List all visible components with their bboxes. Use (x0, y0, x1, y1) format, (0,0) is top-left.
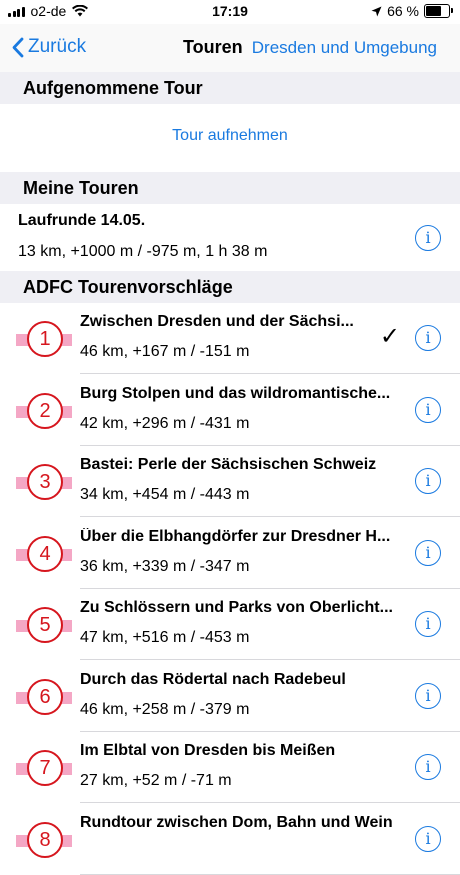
info-icon[interactable]: i (415, 754, 441, 780)
tour-stats: 46 km, +258 m / -379 m (80, 701, 250, 718)
back-label: Zurück (28, 36, 87, 57)
adfc-tour-row[interactable]: 2 Burg Stolpen und das wildromantische..… (0, 375, 460, 446)
battery-icon (424, 4, 453, 18)
tour-title: Rundtour zwischen Dom, Bahn und Wein (80, 814, 393, 831)
section-header-adfc: ADFC Tourenvorschläge (0, 271, 460, 303)
status-right: 66 % (371, 3, 453, 19)
tour-stats: 46 km, +167 m / -151 m (80, 343, 250, 360)
section-title: ADFC Tourenvorschläge (23, 277, 233, 297)
tour-title: Zwischen Dresden und der Sächsi... (80, 313, 354, 330)
route-number-marker: 2 (16, 393, 72, 431)
adfc-tour-row[interactable]: 7 Im Elbtal von Dresden bis Meißen 27 km… (0, 732, 460, 803)
record-tour-button[interactable]: Tour aufnehmen (0, 127, 460, 145)
route-number-marker: 5 (16, 607, 72, 645)
battery-percent: 66 % (387, 3, 419, 19)
route-number: 3 (27, 464, 63, 500)
info-icon[interactable]: i (415, 468, 441, 494)
row-divider (80, 802, 460, 803)
route-number: 1 (27, 321, 63, 357)
location-arrow-icon (371, 6, 382, 16)
info-icon[interactable]: i (415, 611, 441, 637)
route-number-marker: 7 (16, 750, 72, 788)
route-number: 6 (27, 679, 63, 715)
status-bar: o2-de 17:19 66 % (0, 0, 460, 24)
info-icon[interactable]: i (415, 826, 441, 852)
info-icon[interactable]: i (415, 683, 441, 709)
section-header-recorded: Aufgenommene Tour (0, 72, 460, 104)
route-number-marker: 3 (16, 464, 72, 502)
region-button[interactable]: Dresden und Umgebung (252, 38, 437, 58)
route-number-marker: 8 (16, 822, 72, 860)
section-title: Meine Touren (23, 178, 139, 198)
tour-title: Zu Schlössern und Parks von Oberlicht... (80, 599, 393, 616)
my-tour-row[interactable]: Laufrunde 14.05. 13 km, +1000 m / -975 m… (0, 201, 460, 272)
adfc-tour-row[interactable]: 1 Zwischen Dresden und der Sächsi... 46 … (0, 303, 460, 374)
tour-stats: 27 km, +52 m / -71 m (80, 772, 232, 789)
adfc-tour-row[interactable]: 4 Über die Elbhangdörfer zur Dresdner H.… (0, 518, 460, 589)
route-number-marker: 6 (16, 679, 72, 717)
checkmark-icon: ✓ (379, 323, 400, 350)
nav-bar: Zurück Touren Dresden und Umgebung (0, 24, 460, 72)
battery-level (426, 6, 441, 16)
adfc-tour-row[interactable]: 8 Rundtour zwischen Dom, Bahn und Wein i (0, 804, 460, 875)
section-header-my-tours: Meine Touren (0, 172, 460, 204)
adfc-tour-row[interactable]: 3 Bastei: Perle der Sächsischen Schweiz … (0, 446, 460, 517)
tour-title: Im Elbtal von Dresden bis Meißen (80, 742, 336, 759)
tour-title: Durch das Rödertal nach Radebeul (80, 671, 346, 688)
route-number-marker: 1 (16, 321, 72, 359)
info-icon[interactable]: i (415, 325, 441, 351)
adfc-tour-row[interactable]: 6 Durch das Rödertal nach Radebeul 46 km… (0, 661, 460, 732)
tour-stats: 42 km, +296 m / -431 m (80, 415, 250, 432)
route-number: 7 (27, 750, 63, 786)
back-button[interactable]: Zurück (12, 36, 86, 58)
route-number: 2 (27, 393, 63, 429)
route-number-marker: 4 (16, 536, 72, 574)
tour-title: Burg Stolpen und das wildromantische... (80, 385, 391, 402)
chevron-left-icon (12, 37, 24, 57)
section-title: Aufgenommene Tour (23, 78, 203, 98)
tour-stats: 47 km, +516 m / -453 m (80, 629, 250, 646)
route-number: 5 (27, 607, 63, 643)
tour-stats: 13 km, +1000 m / -975 m, 1 h 38 m (18, 243, 268, 260)
adfc-tour-row[interactable]: 5 Zu Schlössern und Parks von Oberlicht.… (0, 589, 460, 660)
info-icon[interactable]: i (415, 225, 441, 251)
tour-title: Laufrunde 14.05. (18, 212, 146, 229)
info-icon[interactable]: i (415, 540, 441, 566)
tour-title: Über die Elbhangdörfer zur Dresdner H... (80, 528, 391, 545)
tour-stats: 34 km, +454 m / -443 m (80, 486, 250, 503)
tour-title: Bastei: Perle der Sächsischen Schweiz (80, 456, 377, 473)
page-title: Touren (183, 37, 243, 57)
row-divider (80, 373, 460, 374)
tour-stats: 36 km, +339 m / -347 m (80, 558, 250, 575)
row-divider (80, 516, 460, 517)
row-divider (80, 659, 460, 660)
route-number: 4 (27, 536, 63, 572)
route-number: 8 (27, 822, 63, 858)
info-icon[interactable]: i (415, 397, 441, 423)
